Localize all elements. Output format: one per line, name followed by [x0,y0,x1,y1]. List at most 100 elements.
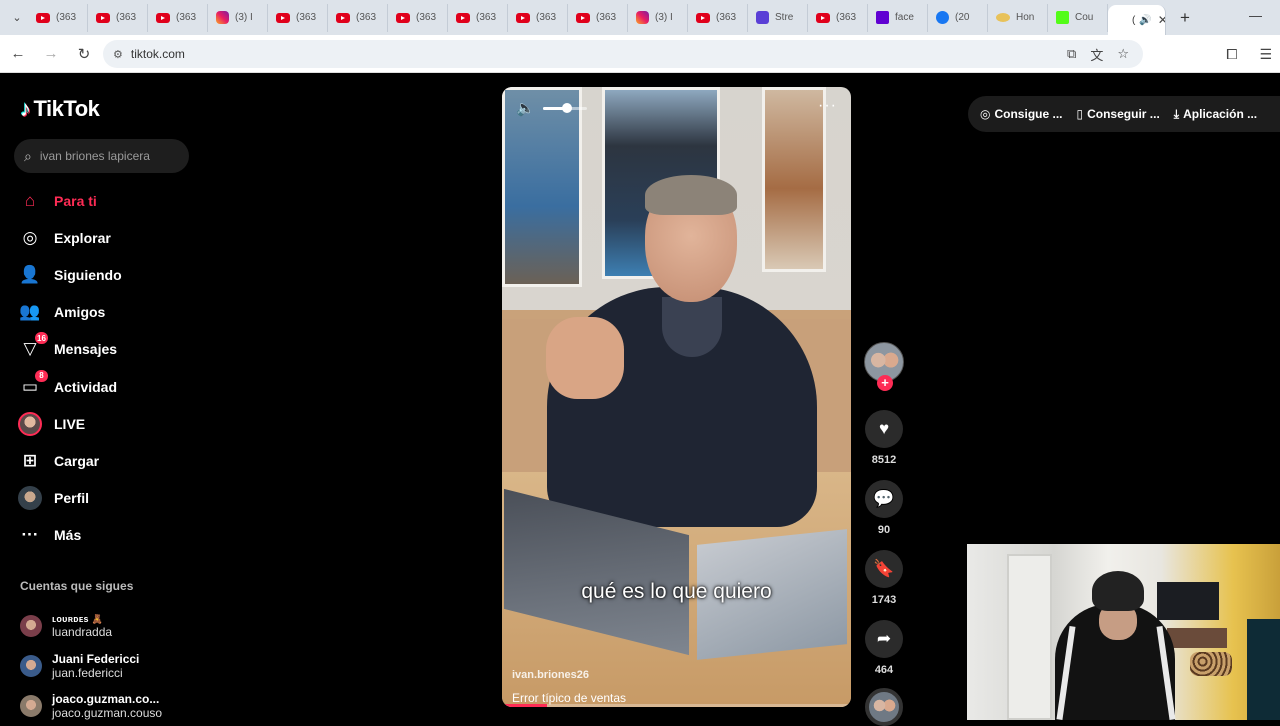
bookmark-icon[interactable]: 🔖 [865,550,903,588]
video-author[interactable]: ivan.briones26 [512,669,589,681]
following-account[interactable]: joaco.guzman.co... joaco.guzman.couso [20,686,162,726]
browser-tab-label: face [895,12,914,23]
like-count: 8512 [871,454,897,466]
profile-avatar [18,486,42,511]
video-player[interactable]: 🔈 ··· qué es lo que quiero ivan.briones2… [502,87,851,707]
browser-tab[interactable]: (363 [28,3,88,32]
save-action[interactable]: 🔖 1743 [862,550,906,606]
sidebar-item-label: Mensajes [54,341,118,358]
sidebar-item-amigos[interactable]: 👥 Amigos [18,294,198,331]
new-tab-button[interactable]: + [1170,8,1200,28]
browser-tab[interactable]: face [868,3,928,32]
tab-active[interactable]: ( 🔊 ✕ [1108,5,1166,35]
tiktok-logo[interactable]: ♪ TikTok [20,96,100,122]
hon-favicon-icon [996,13,1010,22]
browser-tab-bar: ⌄ (363 (363 (363 (3) I (363 (363 (363 (363 (363(… [0,0,1280,35]
sidebar-item-explorar[interactable]: ◎ Explorar [18,219,198,256]
back-icon[interactable]: ← [3,45,33,62]
install-app-icon[interactable]: ⧉ [1067,46,1076,62]
follow-plus-icon[interactable]: + [877,375,893,391]
browser-tab[interactable]: (3) I [628,3,688,32]
site-info-icon[interactable]: ⚙ [113,48,123,61]
account-avatar[interactable] [20,655,42,677]
sidebar-item-para-ti[interactable]: ⌂ Para ti [18,182,198,219]
browser-tab[interactable]: Cou [1048,3,1108,32]
url-text[interactable]: tiktok.com [131,47,185,61]
like-action[interactable]: ♥ 8512 [862,410,906,466]
minimize-window-icon[interactable]: — [1249,8,1262,23]
more-options-icon[interactable]: ··· [818,97,837,115]
browser-tab[interactable]: (363 [148,3,208,32]
video-frame-poster [762,87,826,272]
yt-favicon-icon [96,12,110,23]
browser-tab[interactable]: Hon [988,3,1048,32]
get-app-button[interactable]: ▯ Conseguir ... [1077,107,1160,121]
close-tab-icon[interactable]: ✕ [1158,13,1165,27]
browser-tab-label: (363 [416,12,437,23]
omnibox[interactable]: ⚙ tiktok.com ⧉ 文 ☆ [103,40,1143,68]
tab-strip: (363 (363 (363 (3) I (363 (363 (363 (363 (363 (36… [28,0,1108,35]
notification-badge: 8 [35,369,48,382]
browser-tab-label: (363 [716,12,737,23]
share-arrow-icon[interactable]: ➦ [865,620,903,658]
volume-control[interactable]: 🔈 [516,99,587,117]
heart-icon[interactable]: ♥ [865,410,903,448]
browser-tab-label: (363 [596,12,617,23]
sidebar-item-actividad[interactable]: ▭ 8 Actividad [18,368,198,405]
sidebar-item-perfil[interactable]: Perfil [18,480,198,517]
search-icon[interactable]: ⌕ [24,148,32,165]
sidebar-item-siguiendo[interactable]: 👤 Siguiendo [18,256,198,293]
browser-tab[interactable]: (3) I [208,3,268,32]
following-account[interactable]: Juani Federicci juan.federicci [20,646,162,686]
browser-tab[interactable]: (363 [808,3,868,32]
reload-icon[interactable]: ↻ [69,45,99,63]
sidepanel-icon[interactable]: ☰ [1259,46,1272,63]
volume-slider[interactable] [542,102,587,113]
video-progress-bar[interactable] [502,704,851,707]
volume-knob[interactable] [561,102,572,113]
search-input[interactable]: ⌕ ivan briones lapicera [14,139,189,173]
browser-tab[interactable]: Stre [748,3,808,32]
volume-icon[interactable]: 🔈 [516,99,535,117]
browser-tab[interactable]: (363 [448,3,508,32]
sidebar-item-mensajes[interactable]: ▽ 16 Mensajes [18,331,198,368]
search-query[interactable]: ivan briones lapicera [40,149,150,163]
bookmark-star-icon[interactable]: ☆ [1117,46,1129,62]
get-coins-button[interactable]: ◎ Consigue ... [980,107,1063,121]
tiktok-favicon-icon [1116,15,1126,25]
forward-icon[interactable]: → [36,45,66,62]
speaker-icon[interactable]: 🔊 [1139,15,1151,26]
video-caption: qué es lo que quiero [581,580,772,603]
browser-tab-label: (363 [296,12,317,23]
browser-tab[interactable]: (363 [568,3,628,32]
yt-favicon-icon [456,12,470,23]
sidebar-item-mas[interactable]: ··· Más [18,517,198,554]
browser-tab[interactable]: (363 [508,3,568,32]
following-account[interactable]: ʟᴏᴜʀᴅᴇs 🧸 luandradda [20,606,162,646]
logo-text: TikTok [33,96,100,121]
account-avatar[interactable] [20,615,42,637]
sidebar-item-cargar[interactable]: ⊞ Cargar [18,442,198,479]
sidebar-item-live[interactable]: LIVE [18,405,198,442]
browser-tab[interactable]: (363 [688,3,748,32]
comment-icon[interactable]: 💬 [865,480,903,518]
translate-icon[interactable]: 文 [1090,45,1103,64]
extensions-icon[interactable]: ⧠ [1226,46,1237,63]
account-avatar[interactable] [20,695,42,717]
more-icon: ··· [21,525,39,545]
browser-tab[interactable]: (20 [928,3,988,32]
desktop-app-button[interactable]: ⤓ Aplicación ... [1174,107,1257,122]
browser-tab[interactable]: (363 [268,3,328,32]
browser-tab-label: (363 [176,12,197,23]
creator-avatar[interactable]: + [864,342,904,391]
browser-tab[interactable]: (363 [328,3,388,32]
music-disc-avatar[interactable] [865,688,903,726]
browser-tab[interactable]: (363 [388,3,448,32]
tab-search-icon[interactable]: ⌄ [6,7,28,29]
browser-tab[interactable]: (363 [88,3,148,32]
comment-action[interactable]: 💬 90 [862,480,906,536]
share-action[interactable]: ➦ 464 [862,620,906,676]
profile-avatar-image [18,486,42,511]
sidebar-item-label: Más [54,527,82,544]
sidebar-item-label: Cargar [54,452,100,469]
